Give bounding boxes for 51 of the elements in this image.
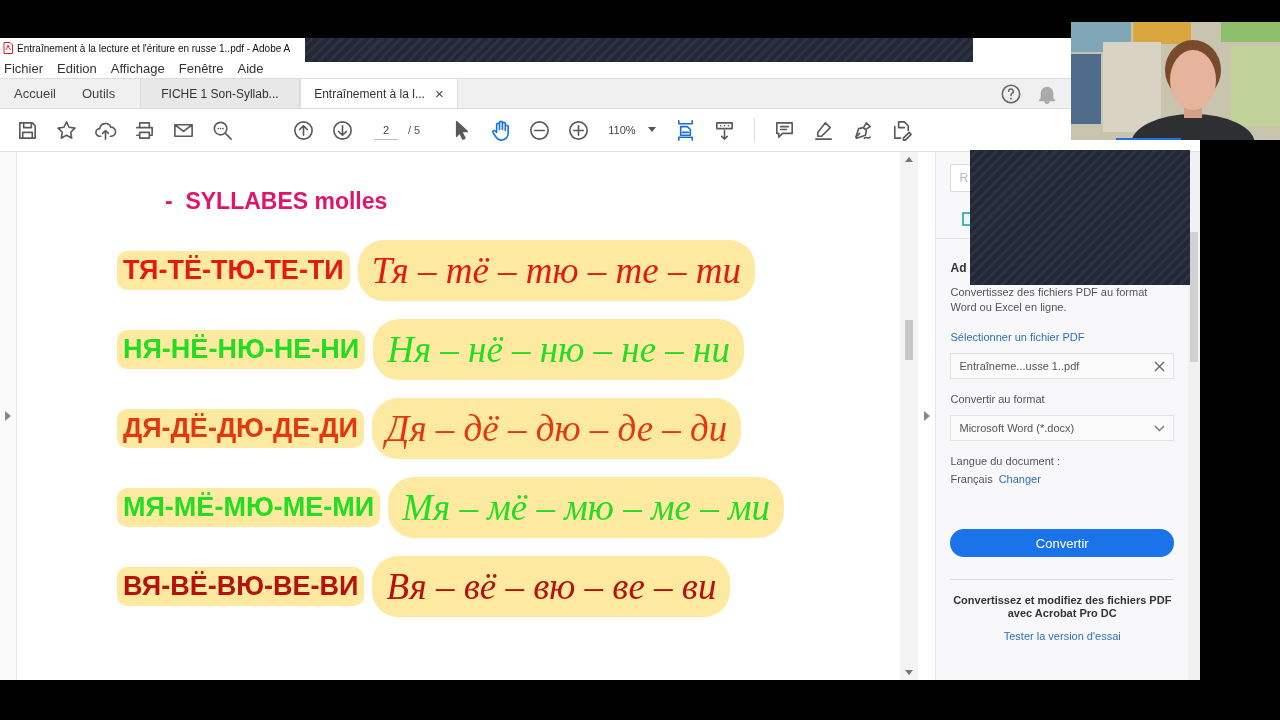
format-dropdown[interactable]: Microsoft Word (*.docx): [950, 415, 1174, 441]
close-icon[interactable]: ×: [434, 85, 444, 102]
collapse-arrow-icon[interactable]: [923, 411, 930, 421]
menu-item[interactable]: Aide: [237, 60, 264, 76]
nav-link[interactable]: Outils: [67, 79, 140, 108]
scroll-up-icon[interactable]: [904, 156, 913, 162]
star-icon[interactable]: [55, 118, 78, 142]
caret-icon: [647, 127, 656, 133]
syllable-row: НЯ-НЁ-НЮ-НЕ-НИ: [122, 334, 360, 365]
expand-arrow-icon[interactable]: [5, 411, 11, 421]
syllable-row: ТЯ-ТЁ-ТЮ-ТЕ-ТИ: [122, 255, 344, 286]
close-icon[interactable]: [1154, 360, 1165, 372]
section-heading: - SYLLABES molles: [164, 188, 389, 215]
chevron-down-icon: [1154, 424, 1165, 432]
cursive-syllable-row: Мя – мё – мю – ме – ми: [402, 486, 771, 529]
help-icon[interactable]: [1000, 82, 1022, 105]
cursive-syllable-row: Дя – дё – дю – де – ди: [385, 407, 728, 450]
zoom-dropdown[interactable]: 110%: [608, 122, 656, 138]
format-label: Convertir au format: [950, 393, 1046, 405]
nav-link[interactable]: Accueil: [0, 79, 68, 108]
cursive-syllable-row: Тя – тё – тю – те – ти: [371, 249, 741, 292]
change-link[interactable]: Changer: [998, 473, 1041, 485]
language-value: Français: [950, 473, 993, 485]
file-field[interactable]: Entraîneme...usse 1..pdf: [950, 353, 1174, 379]
syllable-row: ВЯ-ВЁ-ВЮ-ВЕ-ВИ: [122, 571, 359, 602]
menu-item[interactable]: Fichier: [4, 60, 43, 76]
language-label: Langue du document :: [950, 455, 1061, 467]
scrollbar-thumb[interactable]: [904, 320, 913, 360]
panel-description: Convertissez des fichiers PDF au format Word ou Excel en ligne.: [950, 285, 1149, 315]
cursive-syllable-row: Ня – нё – ню – не – ни: [387, 328, 730, 371]
syllable-row: ДЯ-ДЁ-ДЮ-ДЕ-ДИ: [122, 413, 358, 444]
cursive-syllable-row: Вя – вё – вю – ве – ви: [386, 565, 717, 608]
trial-link[interactable]: Tester la version d'essai: [950, 630, 1174, 642]
page-number-field[interactable]: 2: [374, 120, 398, 140]
document-tab[interactable]: FICHE 1 Son-Syllab...: [139, 79, 300, 108]
panel-heading: Ad: [950, 261, 968, 275]
promo-text: Convertissez et modifiez des fichiers PDF avec Acrobat Pro DC: [952, 594, 1173, 620]
window-title: Entraînement à la lecture et l'ériture en russe 1..pdf - Adobe A: [17, 42, 291, 54]
document-tab[interactable]: Entraînement à la l... ×: [299, 79, 458, 108]
syllable-row: МЯ-МЁ-МЮ-МЕ-МИ: [122, 492, 375, 523]
zoom-in-icon[interactable]: [567, 118, 591, 142]
page-total: / 5: [408, 124, 421, 136]
scrollbar-thumb[interactable]: [1190, 232, 1198, 362]
pdf-file-icon: [3, 42, 13, 54]
menu-item[interactable]: Edition: [57, 60, 97, 76]
menu-item[interactable]: Affichage: [110, 60, 165, 76]
convert-button[interactable]: Convertir: [950, 529, 1174, 557]
scroll-down-icon[interactable]: [904, 670, 913, 676]
select-file-link[interactable]: Sélectionner un fichier PDF: [950, 331, 1174, 343]
zoom-out-icon[interactable]: [528, 118, 552, 142]
menu-item[interactable]: Fenêtre: [178, 60, 224, 76]
